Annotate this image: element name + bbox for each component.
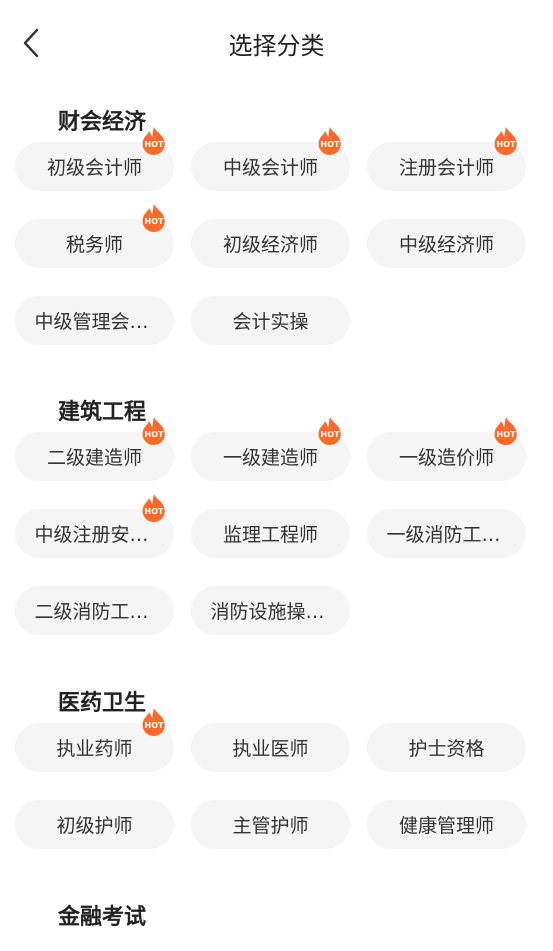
category-chip[interactable]: 一级造价师 HOT: [367, 417, 526, 481]
section-title: 建筑工程: [58, 400, 147, 425]
category-chip-label: 健康管理师: [398, 815, 494, 837]
hot-badge-text: HOT: [145, 721, 164, 730]
category-chip-label: 消防设施操作员: [210, 601, 331, 623]
category-chip[interactable]: 主管护师: [191, 800, 350, 849]
category-chip[interactable]: 初级护师: [15, 800, 174, 849]
hot-badge-text: HOT: [321, 140, 340, 149]
category-grid: 二级建造师HOT一级建造师HOT一级造价师HOT中级注册安全工程师HOT监理工程…: [15, 417, 526, 635]
hot-flame-icon: HOT: [318, 417, 341, 445]
category-chip[interactable]: 初级会计师 HOT: [15, 127, 174, 191]
category-chip[interactable]: 监理工程师: [191, 509, 350, 558]
hot-flame-icon: HOT: [142, 127, 165, 155]
category-chip-label: 中级注册安全工程师: [34, 524, 155, 546]
hot-flame-icon: HOT: [494, 127, 517, 155]
category-chip-label: 主管护师: [232, 815, 309, 837]
category-chip-label: 中级经济师: [398, 234, 494, 256]
category-chip[interactable]: 健康管理师: [367, 800, 526, 849]
hot-flame-icon: HOT: [142, 494, 165, 522]
hot-badge-text: HOT: [321, 430, 340, 439]
hot-flame-icon: HOT: [318, 127, 341, 155]
category-chip-label: 一级造价师: [398, 447, 494, 469]
category-chip[interactable]: 中级会计师 HOT: [191, 127, 350, 191]
section-title: 财会经济: [58, 110, 147, 135]
category-chip-label: 初级经济师: [222, 234, 318, 256]
category-chip-label: 一级消防工程师: [386, 524, 507, 546]
category-chip[interactable]: 二级建造师 HOT: [15, 417, 174, 481]
category-chip[interactable]: 中级注册安全工程师 HOT: [15, 494, 174, 558]
category-chip-label: 中级管理会计师: [34, 311, 155, 333]
category-chip[interactable]: 执业医师: [191, 723, 350, 772]
hot-flame-icon: HOT: [142, 708, 165, 736]
header: 选择分类: [0, 0, 553, 86]
category-chip[interactable]: 注册会计师 HOT: [367, 127, 526, 191]
section-title: 金融考试: [58, 905, 147, 930]
category-chip[interactable]: 初级经济师: [191, 219, 350, 268]
category-chip[interactable]: 二级消防工程师: [15, 586, 174, 635]
category-chip-label: 二级建造师: [46, 447, 142, 469]
category-grid: 初级会计师 HOT 中级会计师 HOT 注册会计师 HOT 税务师 HOT 初级经济师 中级经济师…: [15, 127, 526, 345]
hot-badge-text: HOT: [145, 507, 164, 516]
hot-badge-text: HOT: [497, 140, 516, 149]
category-chip-label: 执业药师: [56, 738, 133, 760]
page-title: 选择分类: [228, 32, 325, 60]
category-chip-label: 二级消防工程师: [34, 601, 155, 623]
category-chip[interactable]: 执业药师 HOT: [15, 708, 174, 772]
category-grid: 执业药师 HOT 执业医师 护士资格初级护师 主管护师 健康管理师: [15, 708, 526, 849]
hot-badge-text: HOT: [145, 430, 164, 439]
category-chip-label: 护士资格: [408, 738, 485, 760]
category-chip-label: 注册会计师: [398, 157, 494, 179]
category-chip-label: 监理工程师: [222, 524, 318, 546]
category-chip-label: 初级护师: [56, 815, 133, 837]
hot-flame-icon: HOT: [142, 204, 165, 232]
hot-badge-text: HOT: [145, 140, 164, 149]
category-chip[interactable]: 护士资格: [367, 723, 526, 772]
category-chip-label: 执业医师: [232, 738, 309, 760]
hot-badge-text: HOT: [145, 217, 164, 226]
category-chip-label: 一级建造师: [222, 447, 318, 469]
category-chip[interactable]: 消防设施操作员: [191, 586, 350, 635]
hot-flame-icon: HOT: [494, 417, 517, 445]
section-title: 医药卫生: [58, 691, 147, 716]
category-chip[interactable]: 会计实操: [191, 296, 350, 345]
category-chip-label: 税务师: [65, 234, 123, 256]
category-chip[interactable]: 税务师 HOT: [15, 204, 174, 268]
category-chip[interactable]: 一级消防工程师: [367, 509, 526, 558]
category-chip[interactable]: 中级管理会计师: [15, 296, 174, 345]
hot-flame-icon: HOT: [142, 417, 165, 445]
category-chip-label: 会计实操: [232, 311, 309, 333]
category-chip[interactable]: 一级建造师 HOT: [191, 417, 350, 481]
category-select-page: 选择分类 财会经济 初级会计师 HOT 中级会计师 HOT 注册会计师 HOT 税务师 HOT…: [0, 0, 553, 951]
hot-badge-text: HOT: [497, 430, 516, 439]
category-chip-label: 初级会计师: [46, 157, 142, 179]
category-chip[interactable]: 中级经济师: [367, 219, 526, 268]
category-chip-label: 中级会计师: [222, 157, 318, 179]
